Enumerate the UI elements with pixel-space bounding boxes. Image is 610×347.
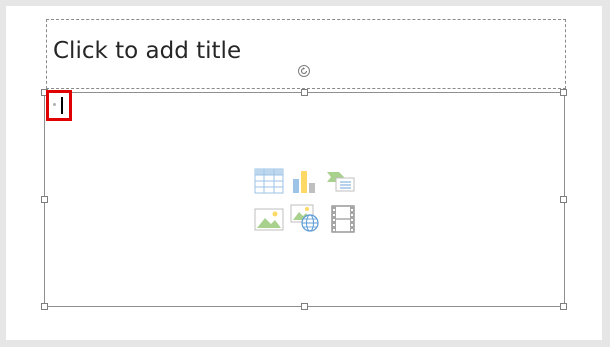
- text-caret: [61, 97, 63, 114]
- rotate-handle[interactable]: [298, 65, 310, 77]
- resize-handle-bottom-right[interactable]: [560, 303, 567, 310]
- resize-handle-top-right[interactable]: [560, 89, 567, 96]
- insert-video-icon[interactable]: [328, 204, 358, 234]
- insert-table-icon[interactable]: [254, 166, 284, 196]
- title-placeholder-text: Click to add title: [53, 38, 242, 64]
- title-placeholder[interactable]: Click to add title: [46, 19, 566, 89]
- resize-handle-top[interactable]: [301, 89, 308, 96]
- resize-handle-left[interactable]: [41, 196, 48, 203]
- insert-online-picture-icon[interactable]: [290, 202, 320, 232]
- rotate-icon: [300, 67, 308, 75]
- resize-handle-bottom[interactable]: [301, 303, 308, 310]
- insert-picture-icon[interactable]: [254, 204, 284, 234]
- bullet-point: [53, 103, 56, 106]
- insert-content-icons: [254, 166, 358, 234]
- slide-canvas[interactable]: Click to add title: [6, 6, 602, 340]
- resize-handle-right[interactable]: [560, 196, 567, 203]
- resize-handle-bottom-left[interactable]: [41, 303, 48, 310]
- insert-smartart-icon[interactable]: [326, 166, 356, 196]
- insert-chart-icon[interactable]: [290, 166, 320, 196]
- text-cursor-highlight[interactable]: [46, 90, 72, 121]
